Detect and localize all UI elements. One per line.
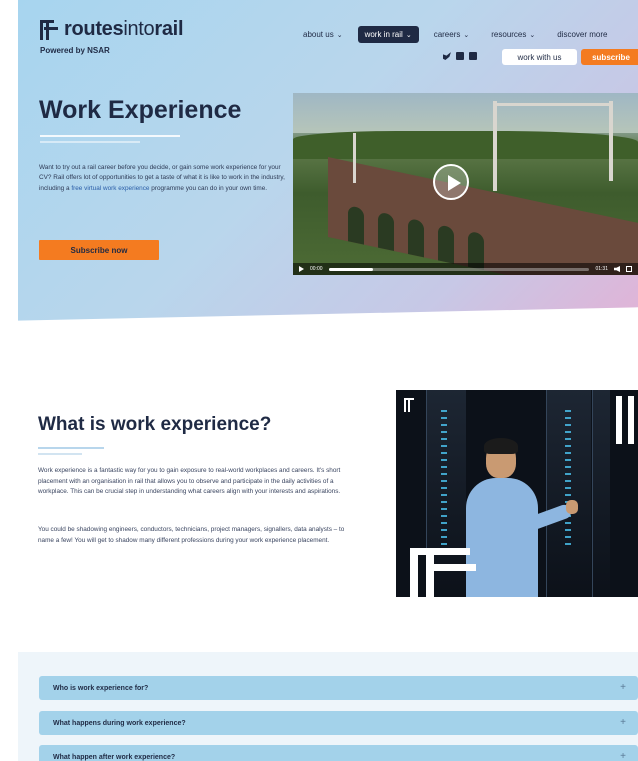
play-button[interactable] [433, 164, 469, 200]
nav-item-resources[interactable]: resources ⌄ [484, 26, 542, 43]
video-progress-fill [328, 267, 373, 271]
chevron-down-icon: ⌄ [336, 31, 343, 39]
plus-icon: + [620, 682, 626, 693]
subscribe-header-button[interactable]: subscribe [581, 49, 638, 65]
plus-icon: + [620, 717, 626, 728]
logo-mark-icon [610, 396, 638, 444]
linkedin-icon[interactable] [469, 52, 477, 60]
nav-item-discover-more[interactable]: discover more [550, 26, 614, 43]
section-paragraph: Work experience is a fantastic way for y… [38, 467, 341, 496]
chevron-down-icon: ⌄ [463, 31, 470, 39]
chevron-down-icon: ⌄ [529, 31, 536, 39]
main-nav: about us ⌄ work in rail ⌄ careers ⌄ resourc… [296, 26, 623, 43]
total-time: 01:31 [595, 266, 608, 272]
logo-mark-icon [40, 18, 62, 40]
title-divider [40, 135, 180, 137]
social-links [443, 52, 477, 60]
work-with-us-button[interactable]: work with us [502, 49, 577, 65]
fullscreen-icon[interactable] [626, 266, 632, 272]
section-divider [38, 447, 104, 449]
faq-item[interactable]: What happens during work experience? + [39, 711, 638, 735]
site-logo[interactable]: routesintorail [40, 18, 184, 40]
video-player[interactable]: 00:00 01:31 [293, 93, 638, 275]
title-divider [40, 141, 140, 143]
video-progress-bar[interactable] [328, 267, 590, 271]
server-room-photo [396, 390, 638, 597]
logo-mark-icon [398, 538, 478, 597]
faq-item[interactable]: Who is work experience for? + [39, 676, 638, 700]
chevron-down-icon: ⌄ [405, 31, 412, 39]
page-title: Work Experience [39, 96, 242, 124]
subscribe-now-button[interactable]: Subscribe now [39, 240, 159, 260]
instagram-icon[interactable] [456, 52, 464, 60]
plus-icon: + [620, 751, 626, 761]
section-paragraph: You could be shadowing engineers, conduc… [38, 526, 345, 544]
nav-item-careers[interactable]: careers ⌄ [427, 26, 477, 43]
section-divider [38, 453, 82, 455]
volume-icon[interactable] [614, 266, 620, 272]
section-title: What is work experience? [38, 414, 272, 435]
current-time: 00:00 [310, 266, 323, 272]
play-icon[interactable] [299, 266, 304, 272]
faq-item[interactable]: What happen after work experience? + [39, 745, 638, 761]
nav-item-work-in-rail[interactable]: work in rail ⌄ [357, 26, 419, 43]
hero-description: Want to try out a rail career before you… [39, 164, 285, 192]
logo-wordmark: routesintorail [64, 18, 184, 40]
twitter-icon[interactable] [443, 52, 451, 60]
viaduct-image [328, 157, 638, 275]
virtual-work-experience-link[interactable]: free virtual work experience [71, 185, 149, 192]
powered-by-text: Powered by NSAR [40, 46, 110, 55]
video-controls: 00:00 01:31 [293, 263, 638, 275]
nav-item-about-us[interactable]: about us ⌄ [296, 26, 350, 43]
